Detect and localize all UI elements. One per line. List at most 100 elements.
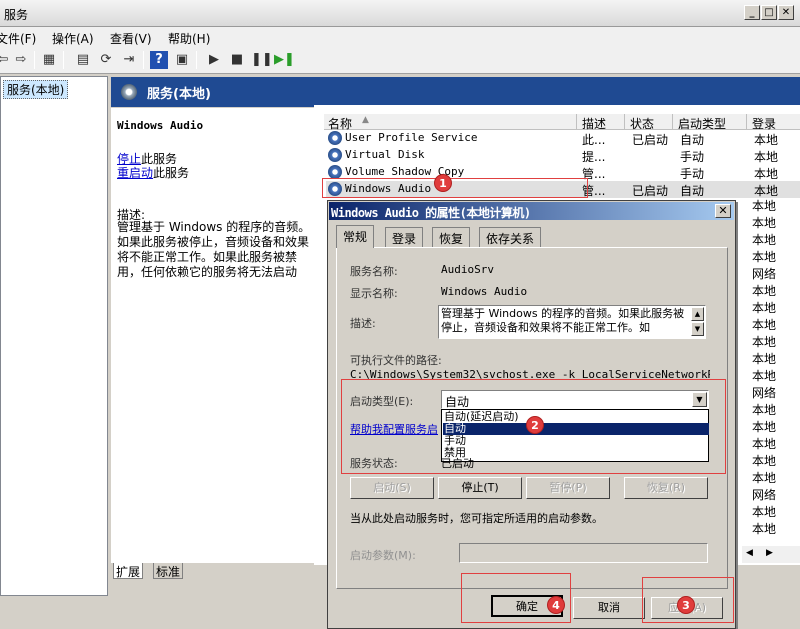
logon-cell: 网络 <box>752 267 777 281</box>
option-manual[interactable]: 手动 <box>443 435 709 447</box>
row-name: Virtual Disk <box>345 148 425 161</box>
pause-button[interactable]: 暂停(P) <box>526 477 610 499</box>
service-name-value: AudioSrv <box>441 263 494 276</box>
console-tree-icon[interactable]: ▦ <box>40 51 58 69</box>
tab-general[interactable]: 常规 <box>336 225 375 248</box>
logon-cell: 本地 <box>752 403 777 417</box>
toolbar-separator <box>143 51 144 69</box>
logon-cell: 本地 <box>752 505 777 519</box>
menu-help[interactable]: 帮助(H) <box>168 30 210 47</box>
export-icon[interactable]: ⇥ <box>120 51 138 69</box>
toolbar-separator <box>63 51 64 69</box>
col-separator <box>746 114 747 130</box>
display-name-label: 显示名称: <box>350 287 398 300</box>
start-params-note: 当从此处启动服务时，您可指定所适用的启动参数。 <box>350 512 603 525</box>
logon-cell: 本地 <box>752 471 777 485</box>
dialog-title: Windows Audio 的属性(本地计算机) <box>331 206 531 220</box>
window-title: 服务 <box>4 8 29 22</box>
description-panel: Windows Audio 停止此服务 重启动此服务 描述: 管理基于 Wind… <box>111 108 314 563</box>
row-startup: 手动 <box>680 167 705 181</box>
description-value: 管理基于 Windows 的程序的音频。如果此服务被停止，音频设备和效果将不能正… <box>441 307 685 334</box>
gear-icon <box>328 148 342 162</box>
row-startup: 手动 <box>680 150 705 164</box>
tab-recovery[interactable]: 恢复 <box>432 227 471 247</box>
menu-action[interactable]: 操作(A) <box>52 30 94 47</box>
tab-dependencies[interactable]: 依存关系 <box>479 227 542 247</box>
service-status-label: 服务状态: <box>350 457 398 470</box>
logon-cell: 本地 <box>752 369 777 383</box>
annotation-badge-3: 3 <box>677 596 695 614</box>
restart-icon[interactable]: ▶❚ <box>274 51 295 69</box>
start-params-label: 启动参数(M): <box>350 549 416 562</box>
option-auto-delayed[interactable]: 自动(延迟启动) <box>443 411 709 423</box>
row-startup: 自动 <box>680 133 705 147</box>
back-arrow-icon[interactable]: ⇦ <box>0 51 12 69</box>
gear-icon <box>328 165 342 179</box>
refresh-icon[interactable]: ⟳ <box>97 51 115 69</box>
help-configure-link[interactable]: 帮助我配置服务启 <box>350 421 438 437</box>
annotation-box <box>322 178 588 198</box>
table-row[interactable]: Virtual Disk 提... 手动 本地 <box>326 147 800 164</box>
dialog-close-button[interactable]: ✕ <box>715 204 731 218</box>
console-icon[interactable]: ▣ <box>173 51 191 69</box>
logon-cell: 网络 <box>752 386 777 400</box>
service-status-value: 已启动 <box>441 457 474 470</box>
option-disabled[interactable]: 禁用 <box>443 447 709 459</box>
scroll-left-icon[interactable]: ◀ <box>746 548 753 558</box>
menu-file[interactable]: 文件(F) <box>0 30 36 47</box>
restart-service-link[interactable]: 重启动 <box>117 166 153 180</box>
minimize-button[interactable]: _ <box>744 5 760 20</box>
logon-cell: 本地 <box>752 216 777 230</box>
table-row[interactable]: User Profile Service 此... 已启动 自动 本地 <box>326 130 800 147</box>
annotation-badge-4: 4 <box>547 596 565 614</box>
chevron-down-icon[interactable]: ▼ <box>692 392 707 407</box>
scroll-right-icon[interactable]: ▶ <box>766 548 773 558</box>
tab-standard[interactable]: 标准 <box>153 563 184 579</box>
logon-cell: 本地 <box>752 301 777 315</box>
display-name-value: Windows Audio <box>441 285 528 298</box>
logon-cell: 本地 <box>752 250 777 264</box>
description-box[interactable]: 管理基于 Windows 的程序的音频。如果此服务被停止，音频设备和效果将不能正… <box>438 305 706 339</box>
startup-type-select[interactable]: 自动 ▼ <box>441 390 709 409</box>
stop-button[interactable]: 停止(T) <box>438 477 522 499</box>
option-auto[interactable]: 自动 <box>443 423 709 435</box>
description-text: 管理基于 Windows 的程序的音频。如果此服务被停止，音频设备和效果将不能正… <box>117 220 311 279</box>
start-button[interactable]: 启动(S) <box>350 477 434 499</box>
horizontal-scrollbar[interactable]: ◀ ▶ <box>742 546 800 563</box>
play-icon[interactable]: ▶ <box>205 51 223 69</box>
col-separator <box>672 114 673 130</box>
row-status: 已启动 <box>632 184 669 198</box>
annotation-badge-2: 2 <box>526 416 544 434</box>
row-desc: 提... <box>582 150 606 164</box>
tree-node-services-local[interactable]: 服务(本地) <box>3 80 69 99</box>
logon-cell: 本地 <box>752 352 777 366</box>
row-logon: 本地 <box>754 150 779 164</box>
selected-service-name: Windows Audio <box>117 119 204 132</box>
row-logon: 本地 <box>754 167 779 181</box>
scroll-up-icon[interactable]: ▲ <box>691 307 704 321</box>
tab-extended[interactable]: 扩展 <box>113 563 144 579</box>
description-label: 描述: <box>350 317 376 330</box>
pause-icon[interactable]: ❚❚ <box>251 51 273 69</box>
maximize-button[interactable]: □ <box>761 5 777 20</box>
row-status: 已启动 <box>632 133 669 147</box>
toolbar-separator <box>34 51 35 69</box>
sort-asc-icon: ▲ <box>362 115 369 125</box>
start-params-input[interactable] <box>459 543 708 563</box>
stop-icon[interactable]: ■ <box>228 51 246 69</box>
toolbar-separator <box>196 51 197 69</box>
tab-logon[interactable]: 登录 <box>385 227 424 247</box>
close-button[interactable]: ✕ <box>778 5 794 20</box>
logon-cell: 本地 <box>752 199 777 213</box>
menu-view[interactable]: 查看(V) <box>110 30 152 47</box>
help-icon[interactable]: ? <box>150 51 168 69</box>
forward-arrow-icon[interactable]: ⇨ <box>12 51 30 69</box>
logon-cell: 本地 <box>752 420 777 434</box>
properties-icon[interactable]: ▤ <box>74 51 92 69</box>
column-header: 名称 ▲ 描述 状态 启动类型 登录 <box>324 114 800 131</box>
restart-suffix: 此服务 <box>153 166 190 180</box>
resume-button[interactable]: 恢复(R) <box>624 477 708 499</box>
annotation-badge-1: 1 <box>434 174 452 192</box>
cancel-button[interactable]: 取消 <box>573 597 645 619</box>
scroll-down-icon[interactable]: ▼ <box>691 322 704 336</box>
